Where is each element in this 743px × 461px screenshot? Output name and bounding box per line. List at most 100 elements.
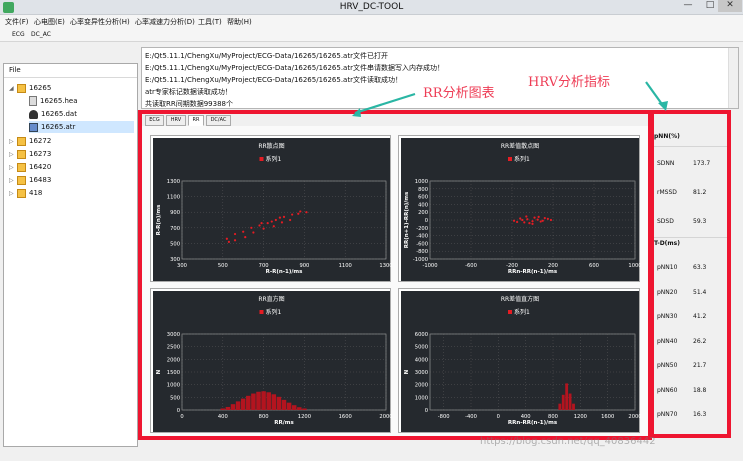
scatter-point: [270, 220, 273, 223]
scatter-point: [528, 222, 531, 225]
legend-swatch: [508, 310, 512, 314]
tree-node-folder[interactable]: ▷ 16483: [9, 174, 51, 186]
chart-panel: RR直方图 系列1 0 400 800 1200 1600 2000 0 500 1000 1500 2…: [150, 288, 393, 433]
hrv-metric-name: pNN60: [657, 386, 678, 394]
tree-node-folder[interactable]: ▷ 16272: [9, 135, 51, 147]
rr-diff-scatter-chart: RR差值散点图系列1 -1000 -600 -200 200 600 1000 -1000 -8…: [401, 138, 642, 281]
tab-hrv[interactable]: HRV: [166, 115, 186, 126]
histogram-bar: [291, 405, 297, 410]
collapsed-arrow-icon[interactable]: ▷: [9, 138, 17, 145]
x-tick-label: -400: [465, 414, 477, 420]
histogram-bar: [240, 398, 246, 410]
toolbar-ecg-button[interactable]: ECG: [12, 31, 25, 38]
menu-ecg[interactable]: 心电图(E): [34, 17, 65, 27]
histogram-bar: [225, 406, 231, 410]
maximize-button[interactable]: □: [700, 0, 720, 12]
watermark: https://blog.csdn.net/qq_40836442: [480, 436, 656, 447]
scatter-point: [282, 215, 286, 218]
log-line: E:/Qt5.11.1/ChengXu/MyProject/ECG-Data/1…: [145, 64, 444, 72]
tab-dcac[interactable]: DC/AC: [206, 115, 231, 126]
scatter-point: [233, 239, 237, 242]
menu-hrv[interactable]: 心率变异性分析(H): [70, 17, 130, 27]
x-tick-label: 1200: [298, 414, 311, 420]
menu-dc[interactable]: 心率减速力分析(D): [135, 17, 195, 27]
y-tick-label: 1300: [167, 179, 180, 185]
menu-tools[interactable]: 工具(T): [198, 17, 222, 27]
y-tick-label: 6000: [415, 332, 428, 338]
chart-panel: RR差值散点图 系列1 -1000 -600 -200 200 600 1000 -1000 -8…: [398, 135, 642, 282]
histogram-bar: [256, 391, 261, 410]
y-tick-label: 1000: [167, 383, 180, 389]
expanded-arrow-icon[interactable]: ◢: [9, 85, 17, 92]
scatter-point: [260, 222, 263, 225]
y-tick-label: 1000: [415, 179, 428, 185]
x-axis-label: RRn-RR(n-1)/ms: [508, 420, 558, 426]
chart-title: RR直方图: [258, 295, 284, 303]
tree-node-file[interactable]: 16265.dat: [29, 108, 77, 120]
minimize-button[interactable]: —: [678, 0, 698, 12]
histogram-bar: [246, 395, 251, 410]
tree-node-folder[interactable]: ▷ 16273: [9, 148, 51, 160]
folder-icon: [17, 83, 26, 93]
hrv-metric-value: 16.3: [693, 411, 707, 418]
hrv-metric-name: rMSSD: [657, 189, 677, 196]
histogram-bar: [302, 408, 307, 410]
scatter-point: [272, 225, 275, 228]
tree-node-file[interactable]: 16265.hea: [29, 95, 78, 107]
histogram-bar: [266, 392, 271, 410]
y-tick-label: 300: [170, 257, 180, 263]
heart-icon: [29, 109, 38, 119]
close-button[interactable]: ✕: [718, 0, 742, 12]
y-tick-label: 0: [425, 408, 428, 414]
x-tick-label: 2000: [379, 414, 392, 420]
scatter-point: [266, 222, 269, 225]
tree-node-file-selected[interactable]: 16265.atr: [29, 121, 134, 133]
tab-rr[interactable]: RR: [188, 115, 204, 126]
toolbar-dcac-button[interactable]: DC_AC: [31, 31, 51, 38]
folder-icon: [17, 136, 26, 146]
histogram-bar: [230, 404, 236, 410]
menu-file[interactable]: 文件(F): [5, 17, 29, 27]
x-tick-label: 500: [218, 263, 228, 269]
tree-node-folder[interactable]: ▷ 16420: [9, 161, 51, 173]
collapsed-arrow-icon[interactable]: ▷: [9, 177, 17, 184]
log-scrollbar[interactable]: [728, 48, 738, 108]
histogram-bar: [271, 394, 277, 410]
scatter-point: [227, 240, 231, 243]
folder-icon: [17, 149, 26, 159]
x-axis-label: R-R(n-1)/ms: [266, 269, 304, 275]
tab-ecg[interactable]: ECG: [145, 115, 164, 126]
y-tick-label: 4000: [415, 357, 428, 363]
chart-panel: RR差值直方图 系列1 -800 -400 0 400 800 1200 1600 2000 0 10…: [398, 288, 642, 433]
collapsed-arrow-icon[interactable]: ▷: [9, 190, 17, 197]
hrv-metric-value: 18.8: [693, 386, 707, 394]
scatter-point: [539, 220, 542, 223]
x-tick-label: -800: [438, 414, 450, 420]
collapsed-arrow-icon[interactable]: ▷: [9, 164, 17, 171]
legend-label: 系列1: [514, 308, 530, 316]
x-tick-label: 1100: [339, 263, 352, 269]
x-tick-label: 1300: [379, 263, 392, 269]
x-tick-label: 600: [589, 263, 599, 269]
log-line: 共读取RR间期数据99388个: [145, 100, 233, 108]
histogram-bar: [276, 396, 282, 410]
rr-scatter-chart: RR散点图系列1300 500 700 900 1100 1300300500700900…: [153, 138, 393, 281]
rr-histogram-chart: RR直方图系列1 0 400 800 1200 1600 2000 0 500 1000 1500 2…: [153, 291, 393, 432]
collapsed-arrow-icon[interactable]: ▷: [9, 151, 17, 158]
x-tick-label: 1000: [628, 263, 641, 269]
hrv-metric-value: 21.7: [693, 362, 707, 369]
legend-swatch: [259, 157, 264, 161]
y-tick-label: 400: [418, 202, 428, 208]
scatter-point: [523, 221, 526, 224]
x-tick-label: 800: [259, 414, 269, 420]
scatter-point: [289, 218, 292, 222]
x-tick-label: -1000: [422, 263, 437, 269]
menu-help[interactable]: 帮助(H): [227, 17, 252, 27]
histogram-bar: [568, 393, 572, 410]
chart-title: RR差值直方图: [501, 295, 539, 303]
scatter-point: [537, 215, 540, 218]
scatter-point: [526, 218, 529, 221]
tree-node-root[interactable]: ◢ 16265: [9, 82, 51, 94]
tree-node-folder[interactable]: ▷ 418: [9, 187, 42, 199]
image-file-icon: [29, 122, 38, 132]
